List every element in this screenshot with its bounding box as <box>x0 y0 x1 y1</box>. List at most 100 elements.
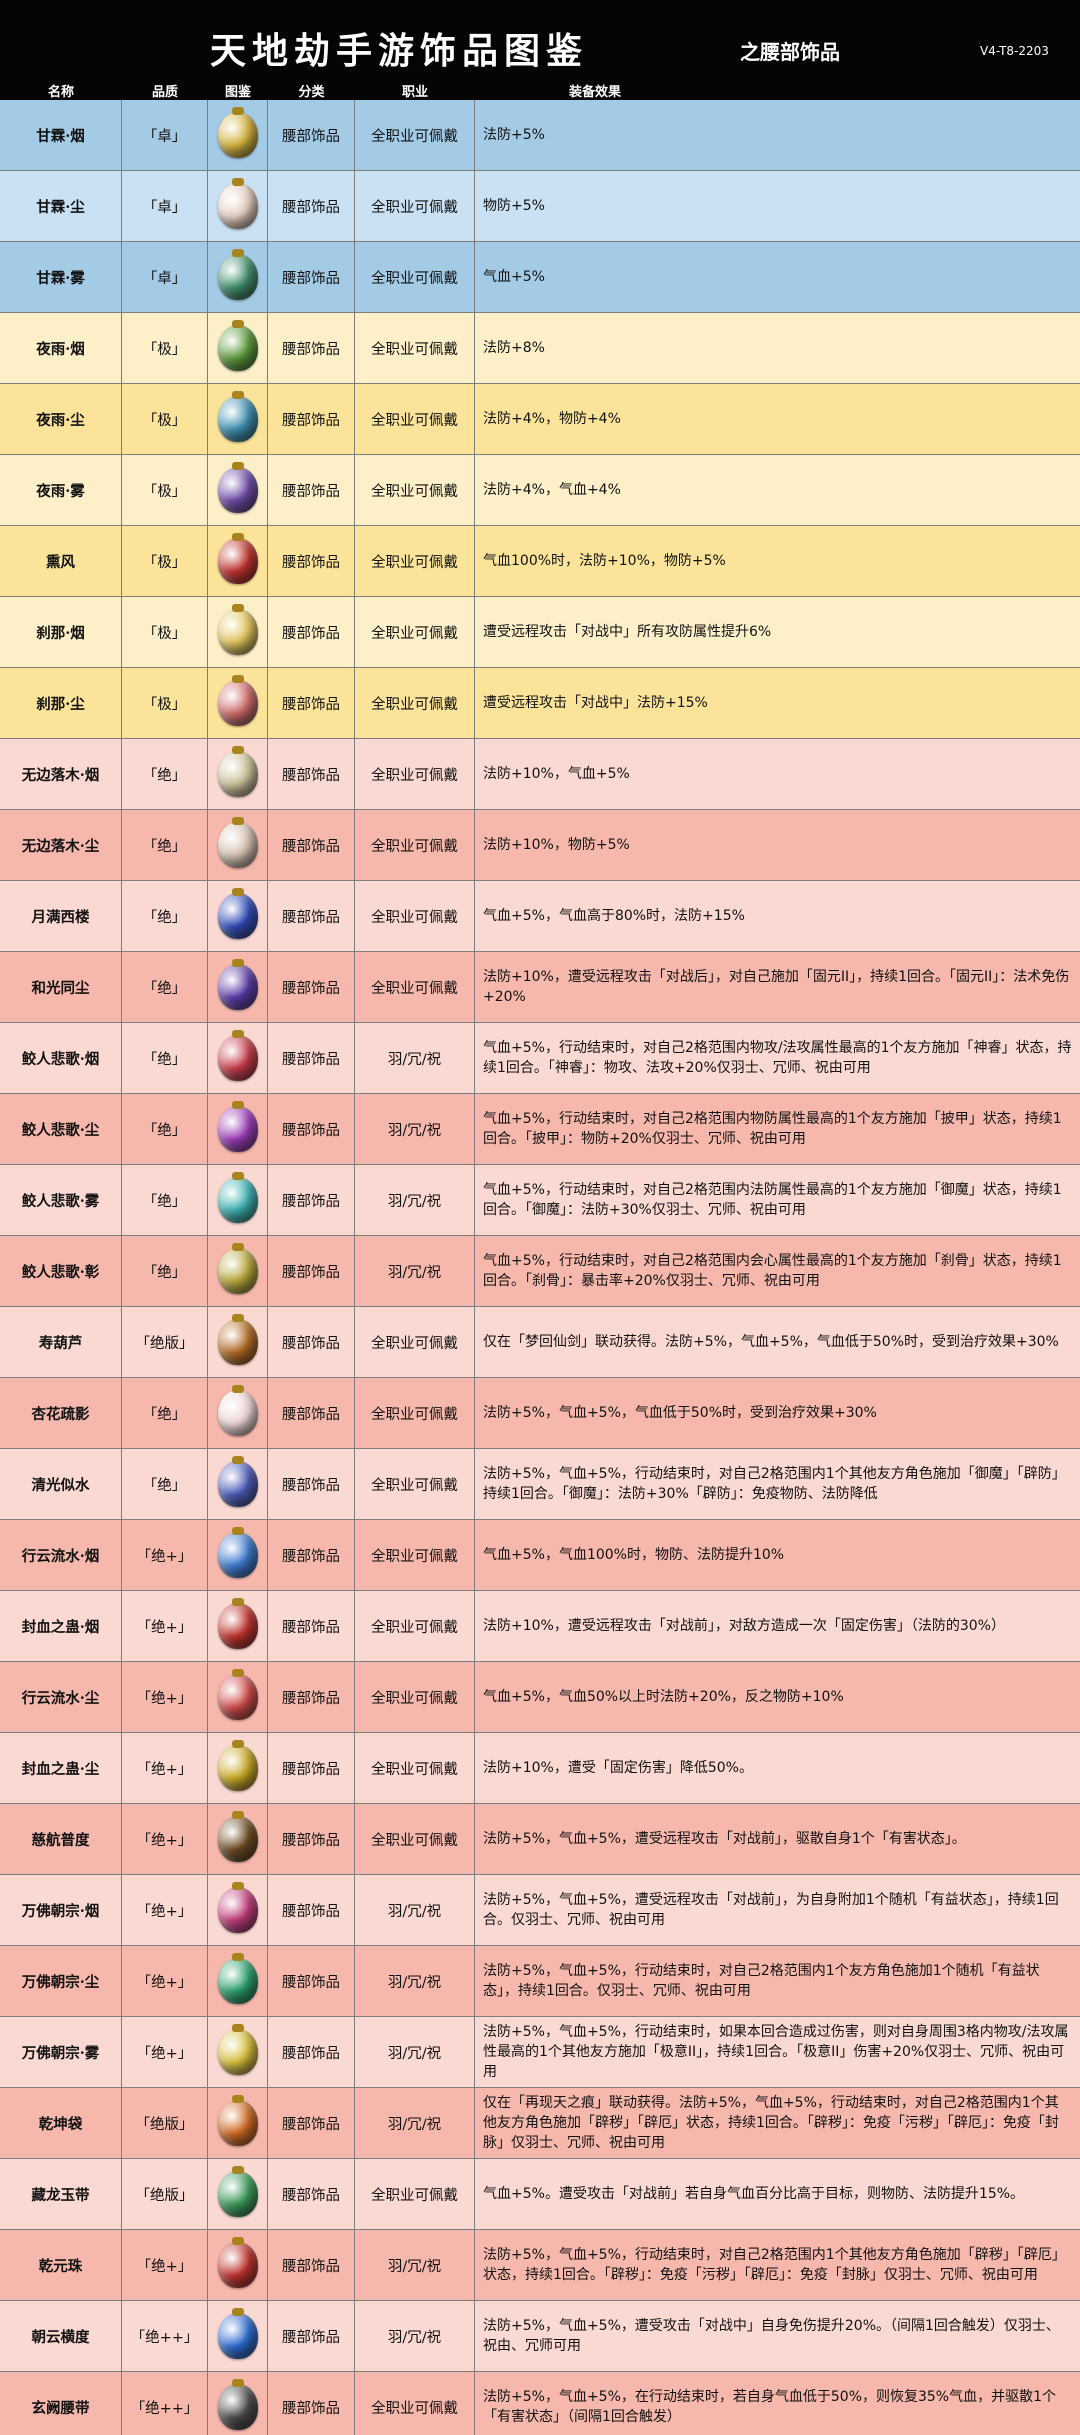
catalog-page: 天地劫手游饰品图鉴 之腰部饰品 V4-T8-2203 名称 品质 图鉴 分类 职… <box>0 0 1080 2435</box>
pouch-icon <box>217 604 258 655</box>
item-name: 封血之蛊·尘 <box>0 1733 122 1803</box>
item-grade: 「绝」 <box>122 1236 208 1306</box>
item-effect-text: 法防+5%，气血+5%，行动结束时，如果本回合造成过伤害，则对自身周围3格内物攻… <box>483 2024 1069 2080</box>
item-effect: 法防+5%，气血+5%，行动结束时，如果本回合造成过伤害，则对自身周围3格内物攻… <box>475 2017 1080 2087</box>
item-grade: 「极」 <box>122 526 208 596</box>
item-grade: 「绝+」 <box>122 1804 208 1874</box>
item-slot: 腰部饰品 <box>268 455 355 525</box>
table-row: 万佛朝宗·尘 「绝+」 腰部饰品 羽/冗/祝 法防+5%，气血+5%，行动结束时，对自己… <box>0 1946 1080 2017</box>
item-name: 甘霖·雾 <box>0 242 122 312</box>
item-effect-text: 气血+5%，行动结束时，对自己2格范围内物攻/法攻属性最高的1个友方施加「神睿」… <box>483 1040 1072 1076</box>
item-name: 鲛人悲歌·彰 <box>0 1236 122 1306</box>
item-grade: 「绝+」 <box>122 1875 208 1945</box>
header-slot: 分类 <box>298 85 325 100</box>
item-effect-text: 法防+4%，气血+4% <box>483 482 621 498</box>
pouch-icon <box>217 1953 258 2004</box>
item-job: 全职业可佩戴 <box>355 668 475 738</box>
item-icon-cell <box>208 171 268 241</box>
item-grade: 「绝+」 <box>122 1520 208 1590</box>
item-name: 朝云横度 <box>0 2301 122 2371</box>
item-grade: 「绝版」 <box>122 2088 208 2158</box>
item-name: 夜雨·烟 <box>0 313 122 383</box>
potion-icon <box>217 1101 258 1152</box>
item-icon-cell <box>208 1591 268 1661</box>
item-job: 羽/冗/祝 <box>355 1875 475 1945</box>
table-row: 刹那·尘 「极」 腰部饰品 全职业可佩戴 遭受远程攻击「对战中」法防+15% <box>0 668 1080 739</box>
item-effect-text: 仅在「梦回仙剑」联动获得。法防+5%，气血+5%，气血低于50%时，受到治疗效果… <box>483 1334 1059 1350</box>
item-name: 月满西楼 <box>0 881 122 951</box>
item-effect: 法防+10%，遭受远程攻击「对战后」，对自己施加「固元II」，持续1回合。「固元… <box>475 952 1080 1022</box>
item-grade: 「卓」 <box>122 242 208 312</box>
table-row: 玄阙腰带 「绝++」 腰部饰品 全职业可佩戴 法防+5%，气血+5%，在行动结束时，若自… <box>0 2372 1080 2435</box>
item-effect-text: 法防+5%，气血+5%，遭受攻击「对战中」自身免伤提升20%。（间隔1回合触发）… <box>483 2318 1060 2354</box>
item-name: 寿葫芦 <box>0 1307 122 1377</box>
item-grade: 「绝」 <box>122 1023 208 1093</box>
item-job: 全职业可佩戴 <box>355 597 475 667</box>
item-effect-text: 法防+4%，物防+4% <box>483 411 621 427</box>
potion-icon <box>217 1669 258 1720</box>
item-effect: 法防+4%，物防+4% <box>475 384 1080 454</box>
table-row: 寿葫芦 「绝版」 腰部饰品 全职业可佩戴 仅在「梦回仙剑」联动获得。法防+5%，气血+5… <box>0 1307 1080 1378</box>
item-job: 羽/冗/祝 <box>355 1023 475 1093</box>
item-slot: 腰部饰品 <box>268 171 355 241</box>
pouch-icon <box>217 2308 258 2359</box>
item-effect-text: 遭受远程攻击「对战中」所有攻防属性提升6% <box>483 624 772 640</box>
item-grade: 「绝」 <box>122 1165 208 1235</box>
item-grade: 「绝」 <box>122 739 208 809</box>
item-effect-text: 法防+5%，气血+5%，行动结束时，对自己2格范围内1个其他友方角色施加「御魔」… <box>483 1466 1066 1502</box>
item-name: 无边落木·尘 <box>0 810 122 880</box>
version-label: V4-T8-2203 <box>980 44 1049 58</box>
item-name: 甘霖·烟 <box>0 100 122 170</box>
potion-icon <box>217 1030 258 1081</box>
item-name: 行云流水·烟 <box>0 1520 122 1590</box>
item-grade: 「绝+」 <box>122 2017 208 2087</box>
page-title: 天地劫手游饰品图鉴 <box>210 30 589 72</box>
item-job: 全职业可佩戴 <box>355 455 475 525</box>
table-row: 甘霖·雾 「卓」 腰部饰品 全职业可佩戴 气血+5% <box>0 242 1080 313</box>
table-row: 鲛人悲歌·烟 「绝」 腰部饰品 羽/冗/祝 气血+5%，行动结束时，对自己2格范围内物攻… <box>0 1023 1080 1094</box>
item-name: 封血之蛊·烟 <box>0 1591 122 1661</box>
table-row: 月满西楼 「绝」 腰部饰品 全职业可佩戴 气血+5%，气血高于80%时，法防+15% <box>0 881 1080 952</box>
table-row: 藏龙玉带 「绝版」 腰部饰品 全职业可佩戴 气血+5%。遭受攻击「对战前」若自身气血百分… <box>0 2159 1080 2230</box>
orb-icon <box>217 959 258 1010</box>
item-effect-text: 法防+10%，遭受「固定伤害」降低50%。 <box>483 1760 753 1776</box>
item-effect: 法防+5%，气血+5%，遭受攻击「对战中」自身免伤提升20%。（间隔1回合触发）… <box>475 2301 1080 2371</box>
item-effect-text: 气血+5%。遭受攻击「对战前」若自身气血百分比高于目标，则物防、法防提升15%。 <box>483 2186 1025 2202</box>
header-effect: 装备效果 <box>568 85 621 100</box>
table-row: 乾坤袋 「绝版」 腰部饰品 羽/冗/祝 仅在「再现天之痕」联动获得。法防+5%，气血+5… <box>0 2088 1080 2159</box>
belt-icon <box>217 2166 258 2217</box>
item-grade: 「绝+」 <box>122 1946 208 2016</box>
item-icon-cell <box>208 1733 268 1803</box>
item-icon-cell <box>208 526 268 596</box>
item-grade: 「极」 <box>122 668 208 738</box>
item-effect: 气血100%时，法防+10%，物防+5% <box>475 526 1080 596</box>
item-grade: 「绝」 <box>122 1449 208 1519</box>
item-effect: 法防+5%，气血+5%，遭受远程攻击「对战前」，为自身附加1个随机「有益状态」，… <box>475 1875 1080 1945</box>
item-name: 鲛人悲歌·尘 <box>0 1094 122 1164</box>
table-row: 万佛朝宗·雾 「绝+」 腰部饰品 羽/冗/祝 法防+5%，气血+5%，行动结束时，如果本… <box>0 2017 1080 2088</box>
item-icon-cell <box>208 2230 268 2300</box>
item-icon-cell <box>208 597 268 667</box>
item-grade: 「绝」 <box>122 952 208 1022</box>
item-slot: 腰部饰品 <box>268 2017 355 2087</box>
item-icon-cell <box>208 313 268 383</box>
potion-icon <box>217 1172 258 1223</box>
table-row: 夜雨·烟 「极」 腰部饰品 全职业可佩戴 法防+8% <box>0 313 1080 384</box>
item-grade: 「绝+」 <box>122 1591 208 1661</box>
item-effect: 气血+5%，行动结束时，对自己2格范围内物攻/法攻属性最高的1个友方施加「神睿」… <box>475 1023 1080 1093</box>
header-icon: 图鉴 <box>224 85 251 100</box>
item-icon-cell <box>208 1023 268 1093</box>
item-icon-cell <box>208 881 268 951</box>
belt-icon <box>217 2379 258 2430</box>
item-icon-cell <box>208 1307 268 1377</box>
item-icon-cell <box>208 1236 268 1306</box>
item-effect: 遭受远程攻击「对战中」法防+15% <box>475 668 1080 738</box>
item-job: 全职业可佩戴 <box>355 1449 475 1519</box>
item-job: 全职业可佩戴 <box>355 171 475 241</box>
table-row: 鲛人悲歌·彰 「绝」 腰部饰品 羽/冗/祝 气血+5%，行动结束时，对自己2格范围内会心… <box>0 1236 1080 1307</box>
table-row: 万佛朝宗·烟 「绝+」 腰部饰品 羽/冗/祝 法防+5%，气血+5%，遭受远程攻击「对战… <box>0 1875 1080 1946</box>
item-job: 羽/冗/祝 <box>355 1094 475 1164</box>
item-job: 全职业可佩戴 <box>355 2159 475 2229</box>
item-effect: 法防+5%，气血+5%，气血低于50%时，受到治疗效果+30% <box>475 1378 1080 1448</box>
item-icon-cell <box>208 1804 268 1874</box>
